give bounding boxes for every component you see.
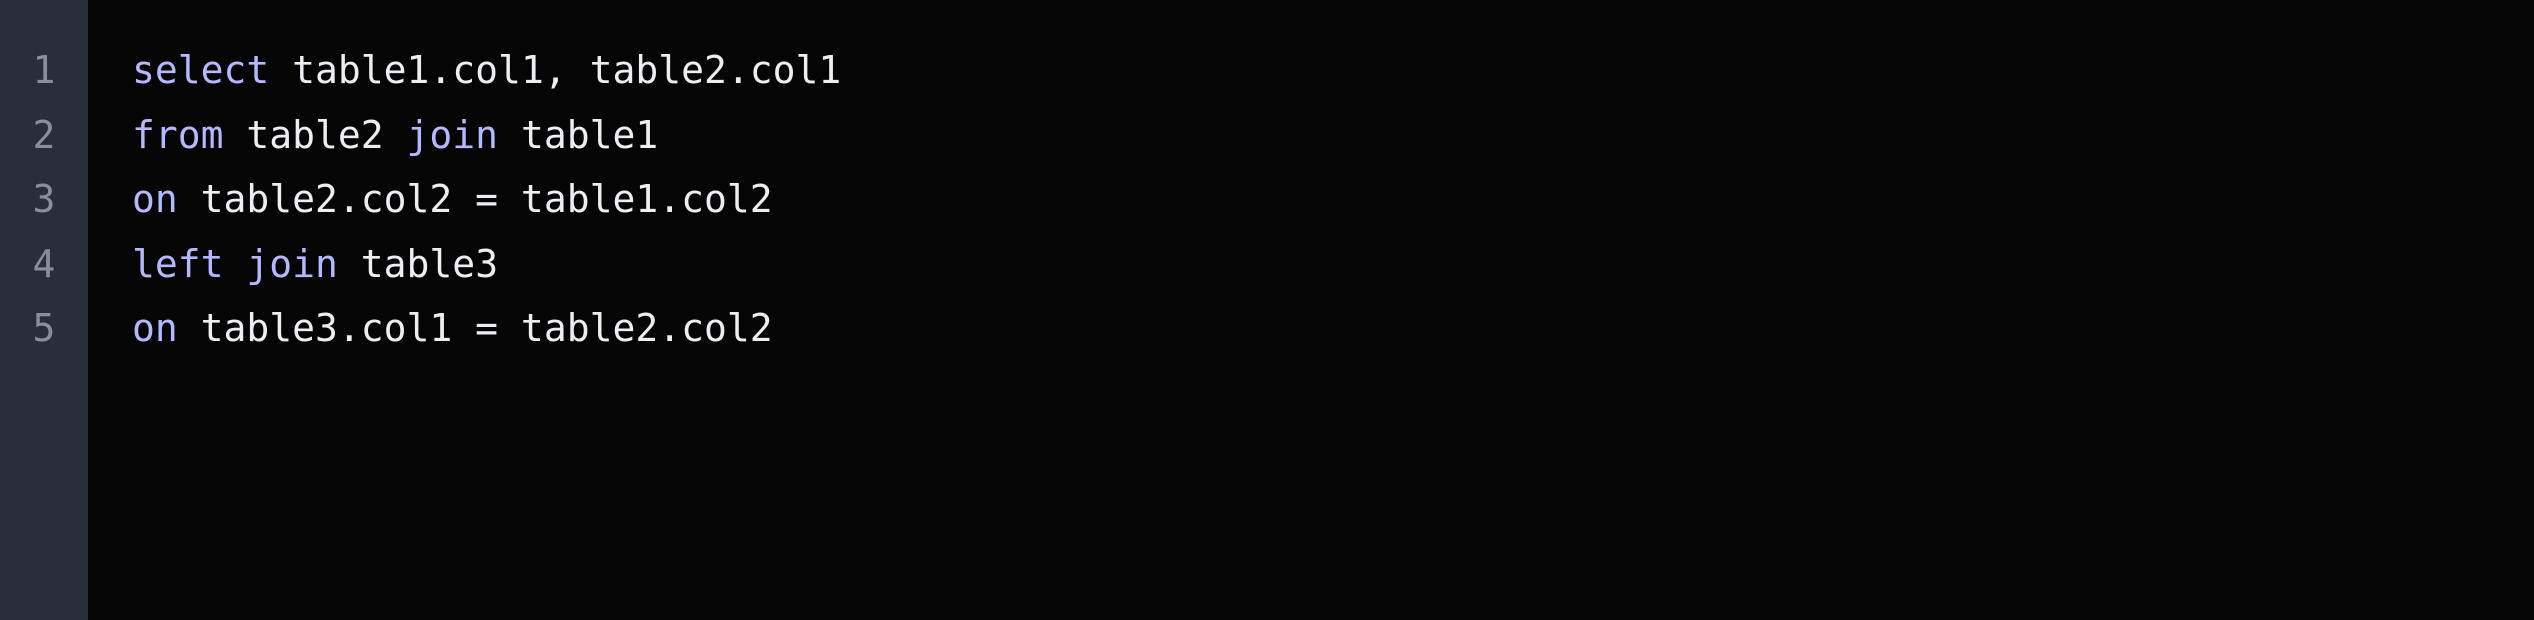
code-editor[interactable]: select table1.col1, table2.col1 from tab… <box>88 0 2534 620</box>
line-number: 5 <box>0 296 88 361</box>
line-number: 3 <box>0 167 88 232</box>
code-line[interactable]: on table2.col2 = table1.col2 <box>132 167 2534 232</box>
code-line[interactable]: select table1.col1, table2.col1 <box>132 38 2534 103</box>
code-line[interactable]: on table3.col1 = table2.col2 <box>132 296 2534 361</box>
code-line[interactable]: from table2 join table1 <box>132 103 2534 168</box>
code-line[interactable]: left join table3 <box>132 232 2534 297</box>
line-number: 4 <box>0 232 88 297</box>
line-number: 1 <box>0 38 88 103</box>
line-number: 2 <box>0 103 88 168</box>
line-number-gutter: 1 2 3 4 5 <box>0 0 88 620</box>
